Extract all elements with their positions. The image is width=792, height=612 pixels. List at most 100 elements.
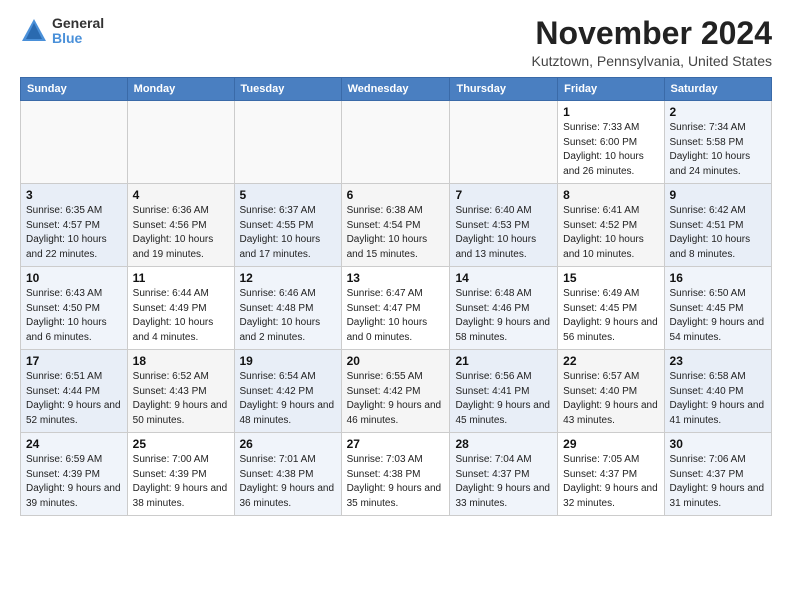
header-cell-monday: Monday bbox=[127, 78, 234, 101]
day-info: Sunrise: 6:49 AMSunset: 4:45 PMDaylight:… bbox=[563, 287, 658, 345]
calendar-table: SundayMondayTuesdayWednesdayThursdayFrid… bbox=[20, 77, 772, 516]
day-cell bbox=[450, 101, 558, 184]
day-info: Sunrise: 6:46 AMSunset: 4:48 PMDaylight:… bbox=[240, 287, 336, 345]
day-number: 24 bbox=[26, 437, 122, 451]
day-info: Sunrise: 6:38 AMSunset: 4:54 PMDaylight:… bbox=[347, 204, 445, 262]
day-number: 19 bbox=[240, 354, 336, 368]
day-cell: 16 Sunrise: 6:50 AMSunset: 4:45 PMDayligh… bbox=[664, 267, 771, 350]
day-cell: 24 Sunrise: 6:59 AMSunset: 4:39 PMDayligh… bbox=[21, 433, 128, 516]
day-info: Sunrise: 6:40 AMSunset: 4:53 PMDaylight:… bbox=[455, 204, 552, 262]
title-section: November 2024 Kutztown, Pennsylvania, Un… bbox=[532, 16, 772, 69]
week-row-4: 17 Sunrise: 6:51 AMSunset: 4:44 PMDayligh… bbox=[21, 350, 772, 433]
day-number: 9 bbox=[670, 188, 766, 202]
day-cell: 9 Sunrise: 6:42 AMSunset: 4:51 PMDaylight… bbox=[664, 184, 771, 267]
day-number: 15 bbox=[563, 271, 658, 285]
week-row-3: 10 Sunrise: 6:43 AMSunset: 4:50 PMDayligh… bbox=[21, 267, 772, 350]
day-cell: 17 Sunrise: 6:51 AMSunset: 4:44 PMDayligh… bbox=[21, 350, 128, 433]
day-info: Sunrise: 6:55 AMSunset: 4:42 PMDaylight:… bbox=[347, 370, 445, 428]
day-number: 4 bbox=[133, 188, 229, 202]
day-info: Sunrise: 6:57 AMSunset: 4:40 PMDaylight:… bbox=[563, 370, 658, 428]
day-number: 10 bbox=[26, 271, 122, 285]
day-number: 2 bbox=[670, 105, 766, 119]
day-number: 26 bbox=[240, 437, 336, 451]
day-info: Sunrise: 6:47 AMSunset: 4:47 PMDaylight:… bbox=[347, 287, 445, 345]
day-cell: 28 Sunrise: 7:04 AMSunset: 4:37 PMDayligh… bbox=[450, 433, 558, 516]
logo-icon bbox=[20, 17, 48, 45]
day-number: 6 bbox=[347, 188, 445, 202]
day-cell: 30 Sunrise: 7:06 AMSunset: 4:37 PMDayligh… bbox=[664, 433, 771, 516]
calendar-body: 1Sunrise: 7:33 AMSunset: 6:00 PMDaylight… bbox=[21, 101, 772, 516]
day-info: Sunrise: 6:43 AMSunset: 4:50 PMDaylight:… bbox=[26, 287, 122, 345]
day-info: Sunrise: 6:42 AMSunset: 4:51 PMDaylight:… bbox=[670, 204, 766, 262]
day-number: 21 bbox=[455, 354, 552, 368]
day-number: 27 bbox=[347, 437, 445, 451]
day-cell: 18Sunrise: 6:52 AMSunset: 4:43 PMDayligh… bbox=[127, 350, 234, 433]
day-cell: 13 Sunrise: 6:47 AMSunset: 4:47 PMDayligh… bbox=[341, 267, 450, 350]
week-row-1: 1Sunrise: 7:33 AMSunset: 6:00 PMDaylight… bbox=[21, 101, 772, 184]
header-cell-sunday: Sunday bbox=[21, 78, 128, 101]
day-number: 12 bbox=[240, 271, 336, 285]
day-info: Sunrise: 6:58 AMSunset: 4:40 PMDaylight:… bbox=[670, 370, 766, 428]
day-cell: 2 Sunrise: 7:34 AMSunset: 5:58 PMDaylight… bbox=[664, 101, 771, 184]
day-cell: 27 Sunrise: 7:03 AMSunset: 4:38 PMDayligh… bbox=[341, 433, 450, 516]
day-info: Sunrise: 6:44 AMSunset: 4:49 PMDaylight:… bbox=[133, 287, 229, 345]
day-number: 30 bbox=[670, 437, 766, 451]
location: Kutztown, Pennsylvania, United States bbox=[532, 53, 772, 69]
day-cell: 11 Sunrise: 6:44 AMSunset: 4:49 PMDayligh… bbox=[127, 267, 234, 350]
day-info: Sunrise: 6:41 AMSunset: 4:52 PMDaylight:… bbox=[563, 204, 658, 262]
day-cell: 8 Sunrise: 6:41 AMSunset: 4:52 PMDaylight… bbox=[558, 184, 664, 267]
day-cell: 7 Sunrise: 6:40 AMSunset: 4:53 PMDaylight… bbox=[450, 184, 558, 267]
day-info: Sunrise: 7:03 AMSunset: 4:38 PMDaylight:… bbox=[347, 453, 445, 511]
day-info: Sunrise: 6:50 AMSunset: 4:45 PMDaylight:… bbox=[670, 287, 766, 345]
day-cell bbox=[234, 101, 341, 184]
day-cell: 3Sunrise: 6:35 AMSunset: 4:57 PMDaylight… bbox=[21, 184, 128, 267]
day-cell: 29Sunrise: 7:05 AMSunset: 4:37 PMDayligh… bbox=[558, 433, 664, 516]
day-info: Sunrise: 6:59 AMSunset: 4:39 PMDaylight:… bbox=[26, 453, 122, 511]
day-number: 17 bbox=[26, 354, 122, 368]
day-info: Sunrise: 6:51 AMSunset: 4:44 PMDaylight:… bbox=[26, 370, 122, 428]
month-title: November 2024 bbox=[532, 16, 772, 51]
header-cell-thursday: Thursday bbox=[450, 78, 558, 101]
day-number: 13 bbox=[347, 271, 445, 285]
day-cell: 20 Sunrise: 6:55 AMSunset: 4:42 PMDayligh… bbox=[341, 350, 450, 433]
header: General Blue November 2024 Kutztown, Pen… bbox=[20, 16, 772, 69]
day-number: 28 bbox=[455, 437, 552, 451]
header-row: SundayMondayTuesdayWednesdayThursdayFrid… bbox=[21, 78, 772, 101]
day-number: 11 bbox=[133, 271, 229, 285]
day-info: Sunrise: 7:04 AMSunset: 4:37 PMDaylight:… bbox=[455, 453, 552, 511]
page-container: General Blue November 2024 Kutztown, Pen… bbox=[0, 0, 792, 526]
day-info: Sunrise: 6:54 AMSunset: 4:42 PMDaylight:… bbox=[240, 370, 336, 428]
day-number: 8 bbox=[563, 188, 658, 202]
day-cell: 10 Sunrise: 6:43 AMSunset: 4:50 PMDayligh… bbox=[21, 267, 128, 350]
day-cell: 22Sunrise: 6:57 AMSunset: 4:40 PMDayligh… bbox=[558, 350, 664, 433]
day-info: Sunrise: 7:06 AMSunset: 4:37 PMDaylight:… bbox=[670, 453, 766, 511]
header-cell-friday: Friday bbox=[558, 78, 664, 101]
day-number: 20 bbox=[347, 354, 445, 368]
logo-line1: General bbox=[52, 16, 104, 31]
day-cell bbox=[341, 101, 450, 184]
day-cell: 23 Sunrise: 6:58 AMSunset: 4:40 PMDayligh… bbox=[664, 350, 771, 433]
day-cell bbox=[21, 101, 128, 184]
day-number: 3 bbox=[26, 188, 122, 202]
day-info: Sunrise: 6:52 AMSunset: 4:43 PMDaylight:… bbox=[133, 370, 229, 428]
day-cell: 12 Sunrise: 6:46 AMSunset: 4:48 PMDayligh… bbox=[234, 267, 341, 350]
day-number: 1 bbox=[563, 105, 658, 119]
header-cell-wednesday: Wednesday bbox=[341, 78, 450, 101]
day-cell: 26 Sunrise: 7:01 AMSunset: 4:38 PMDayligh… bbox=[234, 433, 341, 516]
day-number: 23 bbox=[670, 354, 766, 368]
day-cell: 25Sunrise: 7:00 AMSunset: 4:39 PMDayligh… bbox=[127, 433, 234, 516]
day-cell: 1Sunrise: 7:33 AMSunset: 6:00 PMDaylight… bbox=[558, 101, 664, 184]
day-number: 7 bbox=[455, 188, 552, 202]
day-info: Sunrise: 6:37 AMSunset: 4:55 PMDaylight:… bbox=[240, 204, 336, 262]
day-number: 16 bbox=[670, 271, 766, 285]
day-info: Sunrise: 7:34 AMSunset: 5:58 PMDaylight:… bbox=[670, 121, 766, 179]
day-cell: 21 Sunrise: 6:56 AMSunset: 4:41 PMDayligh… bbox=[450, 350, 558, 433]
week-row-2: 3Sunrise: 6:35 AMSunset: 4:57 PMDaylight… bbox=[21, 184, 772, 267]
header-cell-tuesday: Tuesday bbox=[234, 78, 341, 101]
day-info: Sunrise: 6:56 AMSunset: 4:41 PMDaylight:… bbox=[455, 370, 552, 428]
day-cell bbox=[127, 101, 234, 184]
day-info: Sunrise: 6:36 AMSunset: 4:56 PMDaylight:… bbox=[133, 204, 229, 262]
day-info: Sunrise: 7:01 AMSunset: 4:38 PMDaylight:… bbox=[240, 453, 336, 511]
day-number: 29 bbox=[563, 437, 658, 451]
logo: General Blue bbox=[20, 16, 104, 47]
